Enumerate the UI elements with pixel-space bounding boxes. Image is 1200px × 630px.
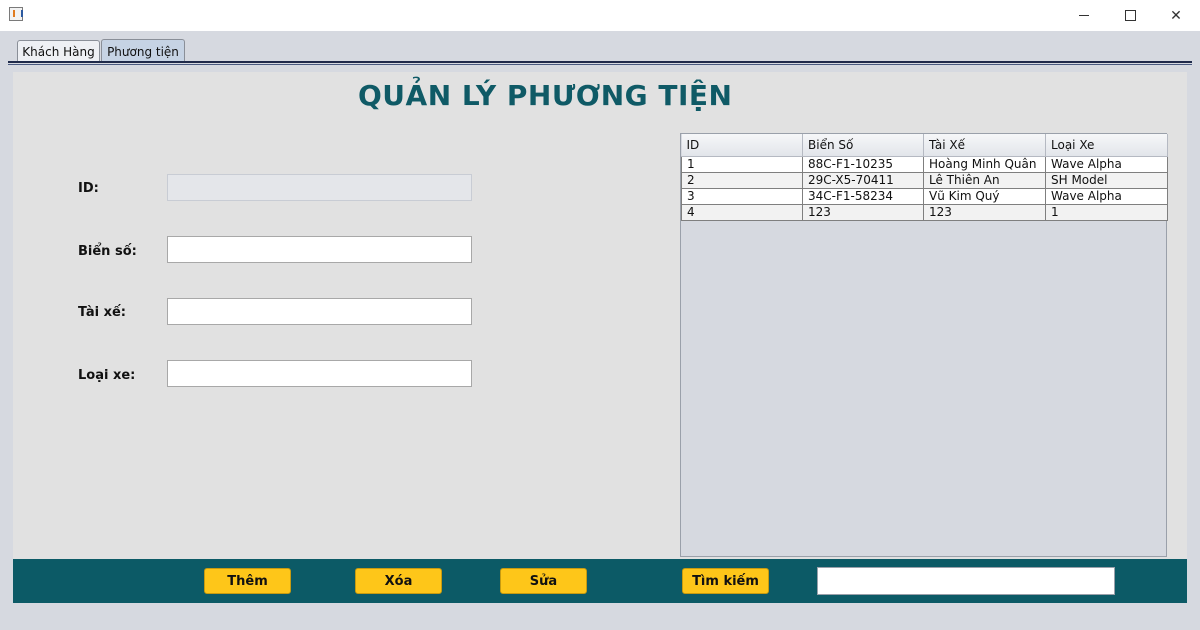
minimize-button[interactable] (1061, 0, 1107, 31)
tab-customers[interactable]: Khách Hàng (17, 40, 100, 62)
table-cell[interactable]: 1 (681, 155, 803, 173)
minimize-icon (1079, 15, 1089, 16)
table-cell[interactable]: Vũ Kim Quý (923, 187, 1046, 205)
table-cell[interactable]: SH Model (1045, 171, 1168, 189)
plate-label: Biển số: (78, 244, 137, 259)
table-cell[interactable]: 29C-X5-70411 (802, 171, 924, 189)
column-header-id[interactable]: ID (681, 134, 803, 157)
table-cell[interactable]: 3 (681, 187, 803, 205)
id-label: ID: (78, 181, 99, 196)
table-cell[interactable]: 123 (923, 203, 1046, 221)
maximize-icon (1124, 10, 1136, 21)
maximize-button[interactable] (1107, 0, 1153, 31)
tab-divider-shadow (8, 64, 1192, 65)
table-header-row: ID Biển Số Tài Xế Loại Xe (681, 134, 1168, 157)
table-cell[interactable]: Hoàng Minh Quân (923, 155, 1046, 173)
column-header-driver[interactable]: Tài Xế (923, 134, 1046, 157)
id-field (167, 174, 472, 201)
edit-button[interactable]: Sửa (500, 568, 587, 594)
plate-field[interactable] (167, 236, 472, 263)
page-title: QUẢN LÝ PHƯƠNG TIỆN (358, 79, 733, 112)
table-cell[interactable]: Wave Alpha (1045, 187, 1168, 205)
table-cell[interactable]: 34C-F1-58234 (802, 187, 924, 205)
java-app-icon (9, 7, 23, 21)
column-header-plate[interactable]: Biển Số (802, 134, 924, 157)
table-row[interactable]: 3 34C-F1-58234 Vũ Kim Quý Wave Alpha (681, 187, 1168, 205)
table-cell[interactable]: Lê Thiên An (923, 171, 1046, 189)
table-cell[interactable]: 2 (681, 171, 803, 189)
driver-field[interactable] (167, 298, 472, 325)
table-cell[interactable]: 123 (802, 203, 924, 221)
table-cell[interactable]: Wave Alpha (1045, 155, 1168, 173)
vehicle-type-label: Loại xe: (78, 368, 136, 383)
column-header-type[interactable]: Loại Xe (1045, 134, 1168, 157)
search-input[interactable] (817, 567, 1115, 595)
driver-label: Tài xế: (78, 305, 126, 320)
table-cell[interactable]: 4 (681, 203, 803, 221)
search-button[interactable]: Tìm kiếm (682, 568, 769, 594)
close-button[interactable]: ✕ (1153, 0, 1199, 31)
table-row[interactable]: 2 29C-X5-70411 Lê Thiên An SH Model (681, 171, 1168, 189)
vehicle-table[interactable]: ID Biển Số Tài Xế Loại Xe 1 88C-F1-10235… (680, 133, 1168, 557)
delete-button[interactable]: Xóa (355, 568, 442, 594)
table-cell[interactable]: 1 (1045, 203, 1168, 221)
table-cell[interactable]: 88C-F1-10235 (802, 155, 924, 173)
vehicle-table-grid: ID Biển Số Tài Xế Loại Xe 1 88C-F1-10235… (681, 134, 1168, 221)
tab-divider (8, 61, 1192, 63)
table-row[interactable]: 1 88C-F1-10235 Hoàng Minh Quân Wave Alph… (681, 155, 1168, 173)
table-row[interactable]: 4 123 123 1 (681, 203, 1168, 221)
title-bar: ✕ (0, 0, 1200, 31)
add-button[interactable]: Thêm (204, 568, 291, 594)
tab-vehicles[interactable]: Phương tiện (101, 39, 185, 63)
vehicle-type-field[interactable] (167, 360, 472, 387)
close-icon: ✕ (1170, 7, 1182, 24)
tab-bar: Khách Hàng Phương tiện (0, 31, 1200, 65)
